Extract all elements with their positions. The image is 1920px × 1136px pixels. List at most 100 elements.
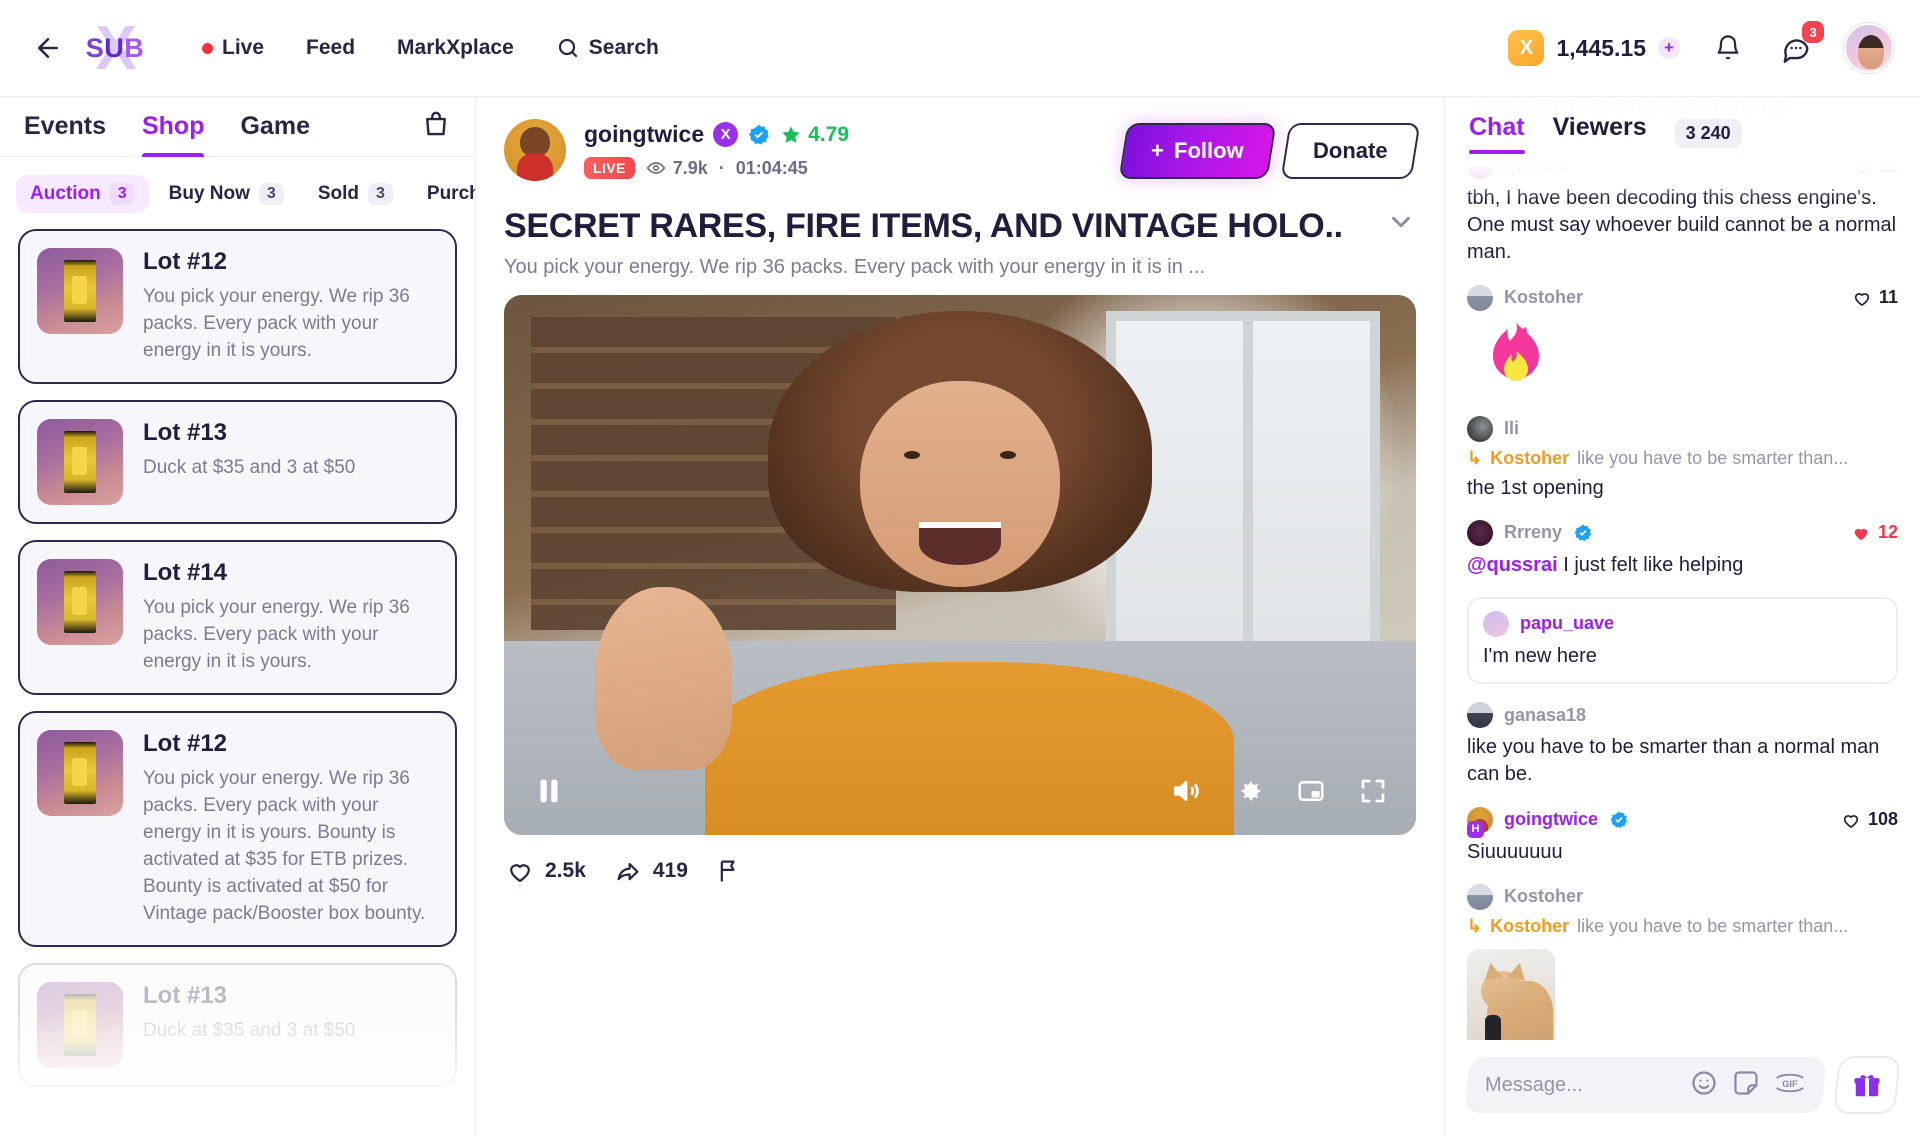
- lot-card[interactable]: Lot #14 You pick your energy. We rip 36 …: [18, 539, 457, 695]
- lot-filters: Auction 3 Buy Now 3 Sold 3 Purcha: [0, 157, 475, 225]
- stream-header: goingtwice X 4.79 LIVE 7.9k · 01:04:45 +…: [504, 119, 1421, 181]
- heart-icon: [1854, 292, 1870, 306]
- filter-purchased-label: Purcha: [426, 183, 475, 204]
- fullscreen-icon: [1361, 779, 1385, 803]
- chat-avatar[interactable]: [1467, 702, 1493, 729]
- tab-viewers-label: Viewers: [1552, 112, 1647, 141]
- chat-input-row: Message... GIF: [1445, 1040, 1920, 1136]
- lot-title: Lot #12: [143, 248, 228, 275]
- avatar[interactable]: [1844, 23, 1894, 73]
- lot-card[interactable]: Lot #12 You pick your energy. We rip 36 …: [18, 229, 457, 384]
- back-button[interactable]: [26, 26, 70, 70]
- chat-avatar[interactable]: [1467, 883, 1493, 910]
- volume-button[interactable]: [1170, 775, 1202, 807]
- tab-shop[interactable]: Shop: [141, 97, 204, 157]
- streamer-mouth: [918, 521, 1002, 565]
- host-meta: goingtwice X 4.79 LIVE 7.9k · 01:04:45: [584, 119, 849, 179]
- chat-like-count[interactable]: 108: [1841, 809, 1898, 830]
- smiley-icon[interactable]: [1690, 1069, 1718, 1102]
- follow-button[interactable]: + Follow: [1118, 123, 1276, 179]
- lot-card[interactable]: Lot #13 Duck at $35 and 3 at $50: [18, 962, 457, 1087]
- pause-icon: [540, 779, 558, 803]
- filter-sold[interactable]: Sold 3: [304, 175, 407, 213]
- host-rating-value: 4.79: [808, 122, 849, 146]
- notifications-button[interactable]: [1708, 28, 1748, 68]
- filter-purchased[interactable]: Purcha: [413, 175, 475, 213]
- arrow-left-icon: [38, 38, 58, 58]
- bell-icon: [1717, 35, 1739, 60]
- filter-buy-now[interactable]: Buy Now 3: [155, 175, 298, 213]
- host-name[interactable]: goingtwice: [584, 121, 704, 148]
- chat-mention[interactable]: @qussrai: [1467, 554, 1558, 576]
- gif-icon[interactable]: GIF: [1774, 1070, 1806, 1101]
- chat-avatar[interactable]: [1467, 519, 1493, 546]
- add-funds-button[interactable]: +: [1658, 37, 1680, 59]
- chat-username[interactable]: Ili: [1504, 418, 1519, 439]
- chat-message: Kostoher ↳ Kostoher like you have to be …: [1467, 883, 1898, 1040]
- nav-item-search[interactable]: Search: [556, 36, 659, 60]
- chat-username[interactable]: Kostoher: [1504, 287, 1583, 308]
- chat-like-count[interactable]: 11: [1852, 156, 1898, 177]
- lot-card[interactable]: Lot #13 Duck at $35 and 3 at $50: [18, 399, 457, 524]
- chat-message-text: Siuuuuuuu: [1467, 840, 1563, 863]
- reply-snippet: like you have to be smarter than...: [1577, 915, 1849, 936]
- report-button[interactable]: [716, 857, 744, 885]
- pause-button[interactable]: [532, 774, 566, 808]
- chat-avatar[interactable]: [1483, 610, 1509, 637]
- chat-avatar[interactable]: [1467, 284, 1493, 311]
- donate-button[interactable]: Donate: [1281, 123, 1421, 179]
- filter-auction[interactable]: Auction 3: [16, 175, 149, 213]
- nav-item-live[interactable]: Live: [202, 36, 264, 60]
- tab-events[interactable]: Events: [24, 97, 106, 157]
- share-button[interactable]: 419: [614, 857, 688, 885]
- lot-list[interactable]: Lot #12 You pick your energy. We rip 36 …: [0, 225, 475, 1136]
- chevron-down-icon[interactable]: [1386, 207, 1416, 246]
- tab-chat[interactable]: Chat: [1469, 113, 1525, 154]
- chat-like-count[interactable]: 12: [1851, 522, 1898, 543]
- message-input-placeholder[interactable]: Message...: [1485, 1074, 1690, 1097]
- app-logo[interactable]: X SUB: [78, 14, 152, 83]
- chat-avatar[interactable]: [1467, 155, 1493, 179]
- sticker-icon[interactable]: [1732, 1069, 1760, 1102]
- chat-username[interactable]: goingtwice: [1504, 809, 1598, 830]
- host-avatar[interactable]: [504, 119, 566, 181]
- chat-username[interactable]: papu_uave: [1520, 613, 1614, 634]
- chat-username[interactable]: qussrai: [1504, 156, 1568, 177]
- messages-button[interactable]: 3: [1776, 21, 1824, 68]
- lot-thumbnail: [37, 729, 123, 816]
- chat-avatar[interactable]: [1467, 415, 1493, 442]
- fullscreen-button[interactable]: [1358, 776, 1388, 806]
- live-badge: LIVE: [584, 157, 635, 179]
- host-badge: H: [1467, 820, 1484, 838]
- search-icon: [558, 38, 577, 58]
- lot-description: You pick your energy. We rip 36 packs. E…: [143, 596, 410, 672]
- chat-username[interactable]: ganasa18: [1504, 705, 1586, 726]
- heart-icon: [510, 864, 530, 883]
- tab-events-label: Events: [24, 112, 106, 140]
- nav-item-feed[interactable]: Feed: [306, 36, 355, 60]
- gift-button[interactable]: [1832, 1056, 1902, 1114]
- tab-game[interactable]: Game: [240, 97, 309, 157]
- chat-username[interactable]: Rrreny: [1504, 522, 1562, 543]
- picture-in-picture-button[interactable]: [1296, 776, 1326, 806]
- follow-button-label: Follow: [1173, 138, 1244, 163]
- nav-item-markxplace[interactable]: MarkXplace: [397, 36, 514, 60]
- chat-messages-list[interactable]: qussrai 11 tbh, I have been decoding thi…: [1445, 155, 1920, 1040]
- chat-reply-reference[interactable]: ↳ Kostoher like you have to be smarter t…: [1467, 916, 1898, 937]
- lot-card[interactable]: Lot #12 You pick your energy. We rip 36 …: [18, 710, 457, 947]
- like-button[interactable]: 2.5k: [506, 857, 586, 885]
- tab-viewers[interactable]: Viewers: [1553, 113, 1647, 154]
- host-x-badge: X: [713, 122, 739, 147]
- video-player[interactable]: [504, 295, 1416, 835]
- balance-widget[interactable]: X 1,445.15 +: [1508, 30, 1680, 66]
- chat-message: H goingtwice 108 Siuuuuuuu: [1467, 806, 1898, 866]
- chat-username[interactable]: Kostoher: [1504, 886, 1583, 907]
- settings-button[interactable]: [1234, 776, 1264, 806]
- chat-like-count[interactable]: 11: [1852, 287, 1898, 308]
- cat-image[interactable]: [1467, 948, 1555, 1040]
- shopping-bag-icon[interactable]: [421, 109, 451, 144]
- chat-message-text: tbh, I have been decoding this chess eng…: [1467, 187, 1897, 264]
- chat-reply-reference[interactable]: ↳ Kostoher like you have to be smarter t…: [1467, 448, 1898, 469]
- message-input-wrapper[interactable]: Message... GIF: [1464, 1057, 1827, 1113]
- logo-text: SUB: [85, 32, 145, 63]
